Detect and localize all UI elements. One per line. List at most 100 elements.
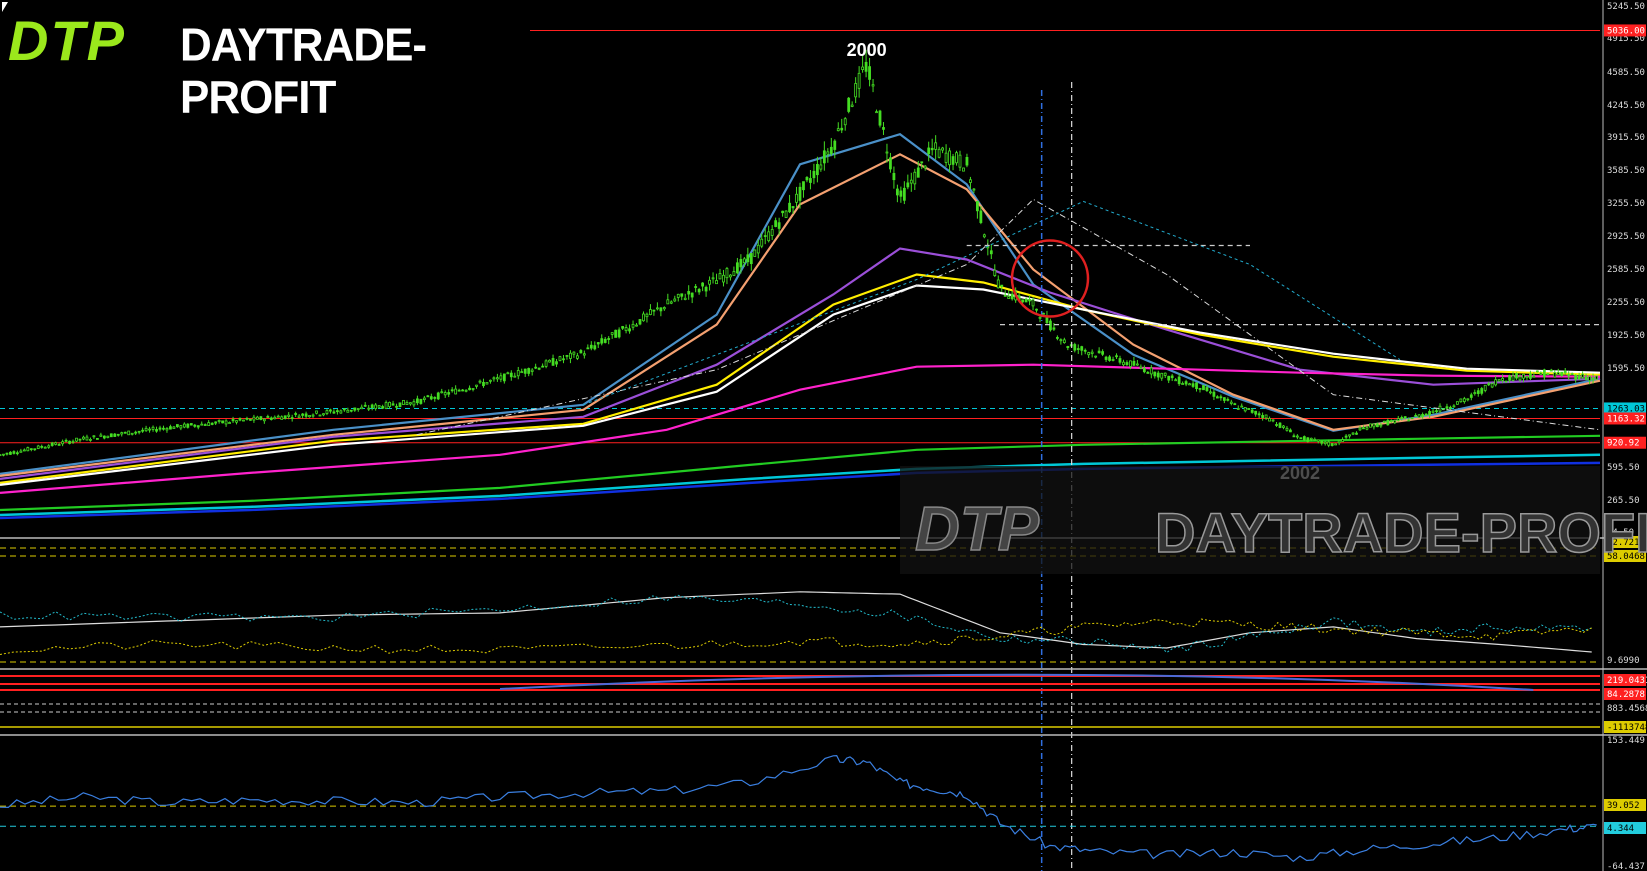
candle-body [1146,372,1150,374]
candle-body [262,418,266,422]
candle-body [1452,405,1456,408]
candle-body [555,361,558,365]
candle-body [1160,372,1164,379]
candle-body [1396,418,1400,421]
price-badge-label: 920.92 [1607,439,1640,449]
candle-body [409,402,412,405]
candle-body [753,249,757,257]
brand-logo: DTP DAYTRADE-PROFIT [0,0,530,123]
candle-body [1240,405,1244,408]
candle-body [26,447,30,452]
candle-body [64,439,68,442]
indicator-tick-label: 219.0431 [1607,676,1647,686]
candle-body [1087,352,1091,356]
candle-body [1184,381,1188,385]
candle-body [628,328,631,332]
candle-body [1035,308,1038,311]
candle-body [1469,394,1473,398]
candle-body [1487,383,1491,386]
candle-body [141,429,145,432]
candle-body [1480,388,1484,394]
candle-body [1459,398,1463,403]
candle-body [805,177,809,181]
candle-body [175,424,179,428]
candle-body [520,371,524,374]
candle-body [388,401,391,407]
candle-body [5,452,9,455]
candle-body [1104,356,1108,360]
candle-body [836,128,840,132]
candle-body [485,382,489,385]
candle-body [353,407,357,411]
candle-body [1574,374,1578,380]
candle-body [558,356,562,361]
candle-body [906,182,910,188]
candle-body [1111,359,1115,361]
candle-body [461,389,465,392]
price-tick-label: 5245.50 [1607,2,1645,12]
candle-body [1532,375,1536,378]
candle-body [322,413,325,416]
candle-body [732,271,736,276]
candle-body [1501,377,1505,381]
candle-body [1588,376,1591,381]
candle-body [1435,410,1438,413]
candle-body [1122,361,1125,366]
candle-body [1511,375,1515,381]
candle-body [1417,414,1421,418]
candle-body [148,428,151,431]
candle-body [1581,373,1585,378]
candle-body [1170,375,1174,379]
candle-body [610,332,614,335]
candle-body [979,210,983,223]
candle-body [1153,371,1157,377]
candle-body [335,410,339,413]
candle-body [1024,298,1028,303]
candle-body [784,210,788,218]
candle-body [913,171,917,185]
candle-body [708,279,711,285]
candle-body [1021,299,1025,303]
momentum-line [0,754,1597,863]
candle-body [1205,387,1209,392]
candle-body [1209,391,1212,394]
price-tick-label: 2925.50 [1607,232,1645,242]
candle-body [902,187,906,201]
candle-body [0,454,2,457]
candle-body [1522,373,1525,379]
candle-body [249,418,252,421]
candle-body [1282,425,1285,428]
candle-body [235,420,238,423]
candle-body [1365,427,1369,430]
candle-body [50,442,54,446]
candle-body [1414,414,1418,417]
candle-body [774,220,778,227]
candle-body [673,298,677,302]
candle-body [655,307,659,310]
candle-body [287,414,291,417]
candle-body [207,422,211,427]
candle-body [61,441,65,445]
candle-body [228,422,231,424]
candle-body [92,435,96,438]
price-tick-label: 2585.50 [1607,265,1645,275]
candle-body [575,355,579,359]
candle-body [1038,316,1042,319]
candle-body [527,368,531,374]
candle-body [99,434,103,437]
candle-body [158,427,162,430]
candle-body [1219,396,1223,399]
candle-body [603,338,607,343]
candle-body [749,253,753,265]
candle-body [589,344,593,349]
candle-body [909,179,913,184]
band-panel [0,673,1600,728]
candle-body [687,291,691,295]
candle-body [422,397,426,400]
candle-body [937,148,941,158]
candle-body [1198,387,1202,390]
candle-body [398,402,402,408]
candle-body [381,406,385,409]
band-curve [499,673,1534,691]
candle-body [718,273,722,280]
